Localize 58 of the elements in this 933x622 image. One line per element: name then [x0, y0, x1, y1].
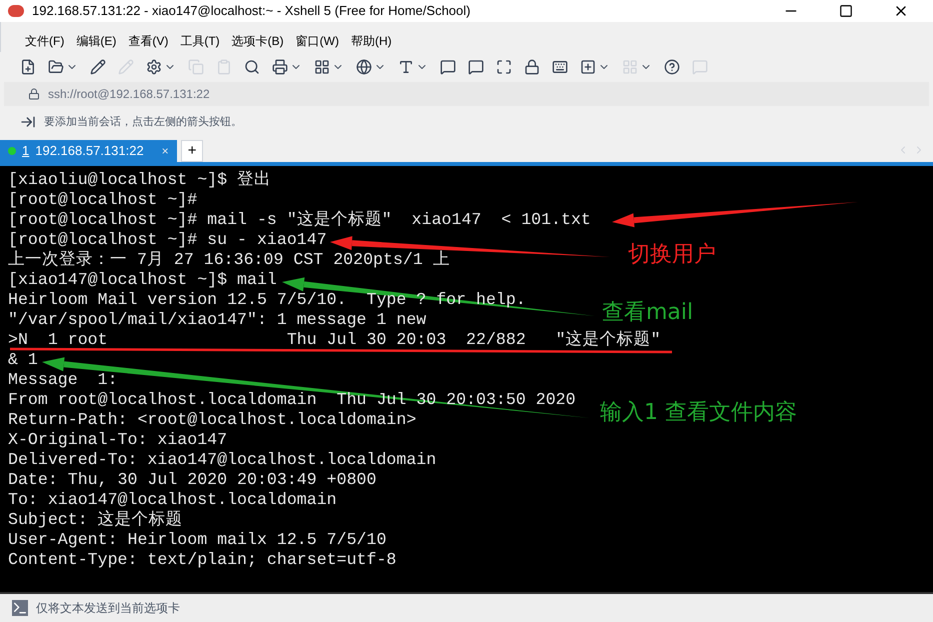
terminal-line: [root@localhost ~]#	[8, 190, 198, 210]
terminal-icon[interactable]	[12, 600, 28, 616]
terminal-line: Subject: 这是个标题	[8, 510, 183, 530]
menu-item[interactable]: 选项卡(B)	[232, 32, 284, 50]
tab-number: 1	[22, 142, 30, 160]
terminal-line: [xiaoliu@localhost ~]$ 登出	[8, 170, 272, 190]
session-tab[interactable]: 1 192.168.57.131:22 ×	[0, 140, 177, 162]
arrow-icon[interactable]	[20, 114, 36, 130]
globe-icon[interactable]	[356, 59, 372, 75]
address-bar[interactable]: ssh://root@192.168.57.131:22	[4, 82, 929, 106]
menu-item[interactable]: 工具(T)	[180, 32, 220, 50]
terminal-line: Delivered-To: xiao147@localhost.localdomain	[8, 450, 436, 470]
window-title: 192.168.57.131:22 - xiao147@localhost:~ - Xshell 5 (Free for Home/School)	[32, 2, 472, 20]
settings-icon[interactable]	[146, 59, 162, 75]
add-icon[interactable]	[580, 59, 596, 75]
terminal-line: Return-Path: <root@localhost.localdomain>	[8, 410, 416, 430]
chat-icon[interactable]	[468, 59, 484, 75]
font-icon[interactable]	[398, 59, 414, 75]
terminal-line: [root@localhost ~]# mail -s "这是个标题" xiao147 < 101.txt	[8, 210, 591, 230]
terminal[interactable]	[0, 166, 933, 592]
hint-text: 要添加当前会话，点击左侧的箭头按钮。	[44, 114, 242, 130]
address-text: ssh://root@192.168.57.131:22	[48, 86, 210, 103]
lock-icon[interactable]	[524, 59, 540, 75]
new-tab-button[interactable]: +	[180, 140, 204, 162]
terminal-line: >N 1 root Thu Jul 30 20:03 22/882 "这是个标题"	[8, 330, 661, 350]
terminal-line: X-Original-To: xiao147	[8, 430, 228, 450]
terminal-line: & 1	[8, 350, 38, 370]
menu-item[interactable]: 编辑(E)	[76, 32, 116, 50]
send-bar-text: 仅将文本发送到当前选项卡	[36, 600, 180, 617]
keyboard-icon[interactable]	[552, 59, 568, 75]
terminal-line: 上一次登录：一 7月 27 16:36:09 CST 2020pts/1 上	[8, 250, 450, 270]
menu-item[interactable]: 查看(V)	[128, 32, 168, 50]
pencil-icon[interactable]	[90, 59, 106, 75]
app-logo-icon	[8, 5, 24, 17]
terminal-line: User-Agent: Heirloom mailx 12.5 7/5/10	[8, 530, 386, 550]
terminal-line: To: xiao147@localhost.localdomain	[8, 490, 337, 510]
tab-label: 192.168.57.131:22	[35, 142, 144, 160]
printer-icon[interactable]	[272, 59, 288, 75]
search-icon[interactable]	[244, 59, 260, 75]
annotation-label: 切换用户	[628, 244, 716, 266]
annotation-label: 查看mail	[602, 302, 694, 324]
terminal-line: "/var/spool/mail/xiao147": 1 message 1 new	[8, 310, 426, 330]
new-session-icon[interactable]	[20, 59, 36, 75]
fullscreen-icon[interactable]	[496, 59, 512, 75]
maximize-icon[interactable]	[839, 4, 853, 18]
menu-item[interactable]: 帮助(H)	[350, 32, 392, 50]
terminal-line: Date: Thu, 30 Jul 2020 20:03:49 +0800	[8, 470, 376, 490]
folder-icon[interactable]	[48, 59, 64, 75]
terminal-line: [xiao147@localhost ~]$ mail	[8, 270, 277, 290]
chat-icon[interactable]	[440, 59, 456, 75]
terminal-line: [root@localhost ~]# su - xiao147	[8, 230, 327, 250]
lock-icon	[28, 88, 40, 100]
menu-item[interactable]: 文件(F)	[25, 32, 64, 50]
annotation-label: 输入1 查看文件内容	[600, 402, 797, 424]
terminal-line: Message 1:	[8, 370, 118, 390]
help-icon[interactable]	[664, 59, 680, 75]
menu-item[interactable]: 窗口(W)	[296, 32, 339, 50]
terminal-line: Content-Type: text/plain; charset=utf-8	[8, 550, 396, 570]
